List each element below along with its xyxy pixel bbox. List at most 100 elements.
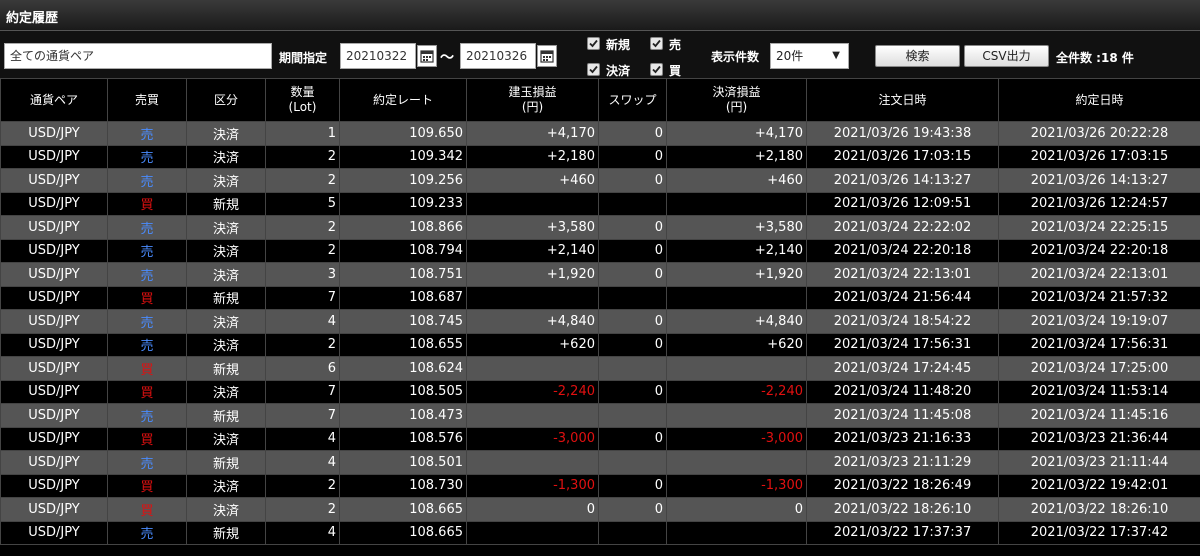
cell-kind: 新規 xyxy=(186,450,266,475)
cell-qty: 4 xyxy=(265,309,340,334)
cell-exec-time: 2021/03/22 19:42:01 xyxy=(998,473,1200,498)
table-row: USD/JPY 売決済 3 108.751 +1,920 0 +1,920 2021/03/2… xyxy=(0,262,1200,287)
currency-pair-input[interactable]: 全ての通貨ペア xyxy=(4,43,272,69)
cell-position-pl: +3,580 xyxy=(466,215,599,240)
cell-exec-time: 2021/03/26 17:03:15 xyxy=(998,144,1200,169)
page-title: 約定履歴 xyxy=(6,11,59,26)
cell-side: 売 xyxy=(107,168,187,193)
cell-pair: USD/JPY xyxy=(0,426,108,451)
table-row: USD/JPY 買新規 5 109.233 2021/03/26 12:09:51 202… xyxy=(0,191,1200,216)
cell-order-time: 2021/03/22 17:37:37 xyxy=(806,520,999,545)
range-separator: 〜 xyxy=(440,50,454,66)
cell-order-time: 2021/03/22 18:26:10 xyxy=(806,497,999,522)
cell-rate: 109.233 xyxy=(339,191,467,216)
cell-side: 買 xyxy=(107,285,187,310)
cell-exec-time: 2021/03/24 17:56:31 xyxy=(998,332,1200,357)
csv-export-button[interactable]: CSV出力 xyxy=(964,45,1049,67)
header-rate[interactable]: 約定レート xyxy=(339,78,467,122)
checkbox-buy[interactable] xyxy=(650,63,663,76)
cell-qty: 4 xyxy=(265,520,340,545)
cell-pair: USD/JPY xyxy=(0,285,108,310)
header-settle-pl[interactable]: 決済損益 (円) xyxy=(666,78,807,122)
cell-settle-pl: 0 xyxy=(666,497,807,522)
checkbox-buy-label: 買 xyxy=(669,64,682,78)
table-row: USD/JPY 買決済 2 108.665 0 0 0 2021/03/22 18:26:10… xyxy=(0,497,1200,522)
search-button[interactable]: 検索 xyxy=(875,45,960,67)
cell-settle-pl: +2,140 xyxy=(666,238,807,263)
table-row: USD/JPY 売新規 4 108.501 2021/03/23 21:11:29 202… xyxy=(0,450,1200,475)
cell-exec-time: 2021/03/24 22:20:18 xyxy=(998,238,1200,263)
checkbox-new[interactable] xyxy=(587,37,600,50)
cell-side: 買 xyxy=(107,473,187,498)
cell-qty: 2 xyxy=(265,473,340,498)
cell-exec-time: 2021/03/24 17:25:00 xyxy=(998,356,1200,381)
cell-rate: 109.256 xyxy=(339,168,467,193)
calendar-icon-from[interactable] xyxy=(417,45,437,67)
checkbox-sell[interactable] xyxy=(650,37,663,50)
cell-rate: 108.501 xyxy=(339,450,467,475)
cell-pair: USD/JPY xyxy=(0,168,108,193)
cell-kind: 決済 xyxy=(186,332,266,357)
cell-kind: 決済 xyxy=(186,144,266,169)
cell-kind: 決済 xyxy=(186,473,266,498)
cell-exec-time: 2021/03/24 11:45:16 xyxy=(998,403,1200,428)
table-row: USD/JPY 売決済 2 109.342 +2,180 0 +2,180 2021/03/2… xyxy=(0,144,1200,169)
header-exec-time[interactable]: 約定日時 xyxy=(998,78,1200,122)
cell-exec-time: 2021/03/26 20:22:28 xyxy=(998,121,1200,146)
calendar-icon-to[interactable] xyxy=(537,45,557,67)
cell-position-pl: +620 xyxy=(466,332,599,357)
cell-position-pl: +1,920 xyxy=(466,262,599,287)
table-row: USD/JPY 売新規 4 108.665 2021/03/22 17:37:37 202… xyxy=(0,520,1200,545)
cell-kind: 決済 xyxy=(186,426,266,451)
header-qty[interactable]: 数量 (Lot) xyxy=(265,78,340,122)
cell-swap: 0 xyxy=(598,168,667,193)
cell-side: 売 xyxy=(107,520,187,545)
cell-exec-time: 2021/03/26 14:13:27 xyxy=(998,168,1200,193)
table-row: USD/JPY 買新規 6 108.624 2021/03/24 17:24:45 202… xyxy=(0,356,1200,381)
cell-rate: 108.687 xyxy=(339,285,467,310)
cell-position-pl: +4,840 xyxy=(466,309,599,334)
cell-position-pl: 0 xyxy=(466,497,599,522)
cell-order-time: 2021/03/24 11:48:20 xyxy=(806,379,999,404)
cell-settle-pl: +1,920 xyxy=(666,262,807,287)
cell-settle-pl xyxy=(666,356,807,381)
cell-kind: 新規 xyxy=(186,403,266,428)
cell-side: 売 xyxy=(107,238,187,263)
cell-rate: 108.665 xyxy=(339,497,467,522)
cell-kind: 新規 xyxy=(186,520,266,545)
cell-qty: 2 xyxy=(265,238,340,263)
cell-rate: 108.665 xyxy=(339,520,467,545)
cell-side: 買 xyxy=(107,497,187,522)
cell-side: 売 xyxy=(107,309,187,334)
header-swap[interactable]: スワップ xyxy=(598,78,667,122)
date-from-input[interactable]: 20210322 xyxy=(340,43,416,69)
cell-exec-time: 2021/03/23 21:11:44 xyxy=(998,450,1200,475)
header-side[interactable]: 売買 xyxy=(107,78,187,122)
cell-pair: USD/JPY xyxy=(0,520,108,545)
cell-swap xyxy=(598,191,667,216)
cell-swap: 0 xyxy=(598,144,667,169)
cell-qty: 2 xyxy=(265,144,340,169)
cell-order-time: 2021/03/24 21:56:44 xyxy=(806,285,999,310)
display-count-select[interactable]: 20件 ▼ xyxy=(770,43,849,69)
cell-swap: 0 xyxy=(598,121,667,146)
cell-qty: 3 xyxy=(265,262,340,287)
table-header-row: 通貨ペア 売買 区分 数量 (Lot) 約定レート 建玉損益 (円) スワップ 決済損益 (円… xyxy=(0,78,1200,122)
cell-exec-time: 2021/03/23 21:36:44 xyxy=(998,426,1200,451)
cell-pair: USD/JPY xyxy=(0,379,108,404)
cell-pair: USD/JPY xyxy=(0,238,108,263)
cell-rate: 109.650 xyxy=(339,121,467,146)
cell-kind: 決済 xyxy=(186,121,266,146)
header-kind[interactable]: 区分 xyxy=(186,78,266,122)
table-row: USD/JPY 売決済 2 108.655 +620 0 +620 2021/03/24 17… xyxy=(0,332,1200,357)
cell-swap xyxy=(598,450,667,475)
cell-order-time: 2021/03/22 18:26:49 xyxy=(806,473,999,498)
header-order-time[interactable]: 注文日時 xyxy=(806,78,999,122)
checkbox-settle[interactable] xyxy=(587,63,600,76)
cell-side: 買 xyxy=(107,191,187,216)
cell-rate: 109.342 xyxy=(339,144,467,169)
date-to-input[interactable]: 20210326 xyxy=(460,43,536,69)
header-pair[interactable]: 通貨ペア xyxy=(0,78,108,122)
cell-rate: 108.624 xyxy=(339,356,467,381)
header-position-pl[interactable]: 建玉損益 (円) xyxy=(466,78,599,122)
